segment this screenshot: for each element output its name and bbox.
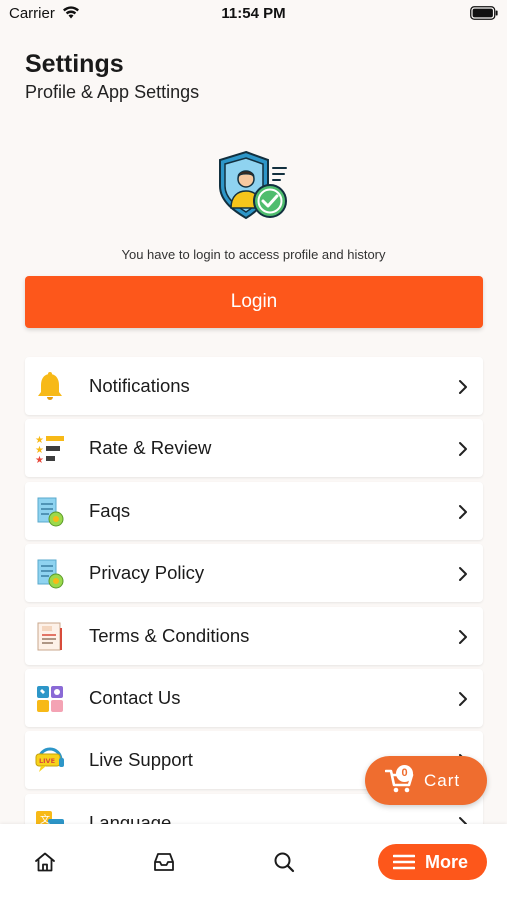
contact-icon (37, 685, 63, 712)
faq-document-icon (37, 497, 64, 527)
status-bar: Carrier 11:54 PM (0, 0, 507, 30)
chevron-right-icon (459, 380, 467, 394)
svg-text:LIVE: LIVE (39, 757, 55, 765)
more-label: More (425, 852, 469, 872)
chevron-right-icon (459, 442, 467, 457)
rating-stars-icon: ★ ★ ★ (35, 435, 64, 466)
menu-item-notifications[interactable]: Notifications (25, 357, 483, 415)
menu-item-label: Live Support (89, 749, 193, 771)
bell-icon (38, 372, 62, 400)
menu-item-faqs[interactable]: Faqs (25, 481, 483, 540)
more-button[interactable]: More (378, 844, 487, 880)
bottom-navigation: More (0, 824, 507, 900)
chevron-right-icon (459, 691, 467, 706)
cart-button[interactable]: 0 Cart (365, 756, 487, 805)
settings-screen: Carrier 11:54 PM Settings Profile & App … (0, 0, 507, 900)
chevron-right-icon (459, 567, 467, 582)
cart-count-badge: 0 (396, 765, 413, 782)
menu-item-label: Contact Us (89, 686, 181, 708)
privacy-document-icon (37, 559, 64, 589)
page-subtitle: Profile & App Settings (25, 82, 200, 102)
page-title: Settings (25, 50, 124, 78)
menu-item-rate-review[interactable]: ★ ★ ★ Rate & Review (25, 419, 483, 478)
home-icon[interactable] (34, 851, 56, 873)
cart-label: Cart (424, 771, 461, 790)
menu-item-label: Notifications (89, 375, 190, 396)
status-time: 11:54 PM (221, 5, 286, 22)
chevron-right-icon (459, 629, 467, 644)
chevron-right-icon (459, 504, 467, 519)
menu-item-label: Terms & Conditions (89, 624, 250, 646)
login-button[interactable]: Login (25, 276, 483, 328)
menu-item-contact-us[interactable]: Contact Us (25, 668, 483, 727)
menu-item-privacy-policy[interactable]: Privacy Policy (25, 544, 483, 603)
secure-user-shield-icon (219, 150, 287, 220)
terms-document-icon (37, 622, 62, 651)
menu-item-label: Rate & Review (89, 437, 212, 459)
login-hint-text: You have to login to access profile and … (121, 247, 386, 262)
battery-full-icon (470, 6, 498, 20)
menu-icon (393, 854, 415, 870)
search-icon[interactable] (273, 851, 295, 873)
menu-item-label: Privacy Policy (89, 562, 205, 584)
inbox-icon[interactable] (153, 851, 175, 873)
menu-item-terms-conditions[interactable]: Terms & Conditions (25, 606, 483, 665)
menu-item-label: Faqs (89, 499, 131, 521)
live-support-icon: LIVE (35, 747, 64, 773)
svg-text:★: ★ (35, 455, 44, 466)
